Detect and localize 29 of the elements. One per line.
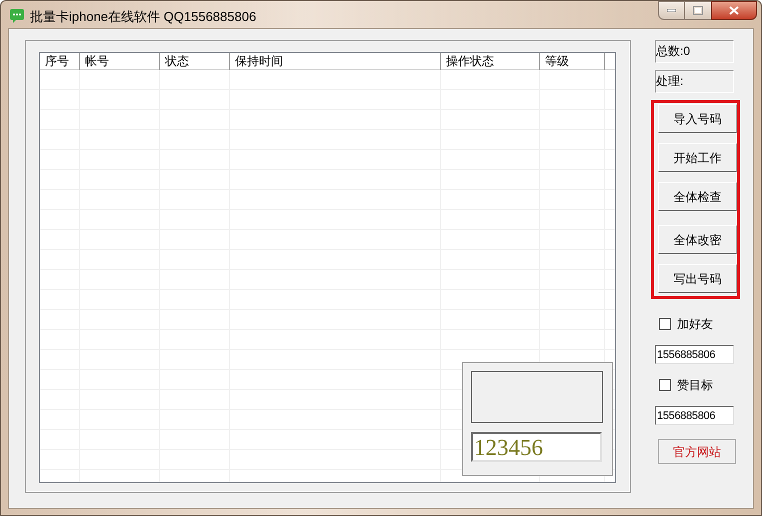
maximize-icon	[693, 6, 703, 15]
number-field[interactable]: 1556885806	[655, 406, 734, 425]
maximize-button[interactable]	[685, 1, 711, 20]
close-button[interactable]	[711, 1, 757, 20]
number-field[interactable]: 1556885806	[655, 345, 734, 364]
stat-label: 处理:	[655, 70, 734, 93]
column-header[interactable]: 等级	[540, 53, 605, 70]
stat-label: 总数:0	[655, 40, 734, 63]
chat-icon	[10, 9, 24, 23]
column-header[interactable]: 序号	[40, 53, 80, 70]
checkbox[interactable]	[659, 379, 671, 391]
close-icon	[729, 6, 739, 15]
checkbox[interactable]	[659, 318, 671, 330]
action-button[interactable]: 写出号码	[658, 264, 737, 293]
action-button[interactable]: 全体改密	[658, 225, 737, 254]
window-title: 批量卡iphone在线软件 QQ1556885806	[30, 8, 256, 26]
column-header[interactable]: 保持时间	[230, 53, 441, 70]
checkbox-label: 赞目标	[677, 377, 713, 394]
checkbox-label: 加好友	[677, 316, 713, 333]
website-button[interactable]: 官方网站	[658, 439, 736, 464]
captcha-field[interactable]: 123456	[471, 432, 602, 462]
minimize-button[interactable]	[658, 1, 685, 20]
column-header[interactable]: 状态	[160, 53, 230, 70]
action-button[interactable]: 开始工作	[658, 143, 737, 172]
action-button[interactable]: 导入号码	[658, 104, 737, 133]
column-header[interactable]: 帐号	[80, 53, 160, 70]
minimize-icon	[667, 9, 676, 12]
action-button[interactable]: 全体检查	[658, 182, 737, 211]
column-header[interactable]: 操作状态	[441, 53, 540, 70]
